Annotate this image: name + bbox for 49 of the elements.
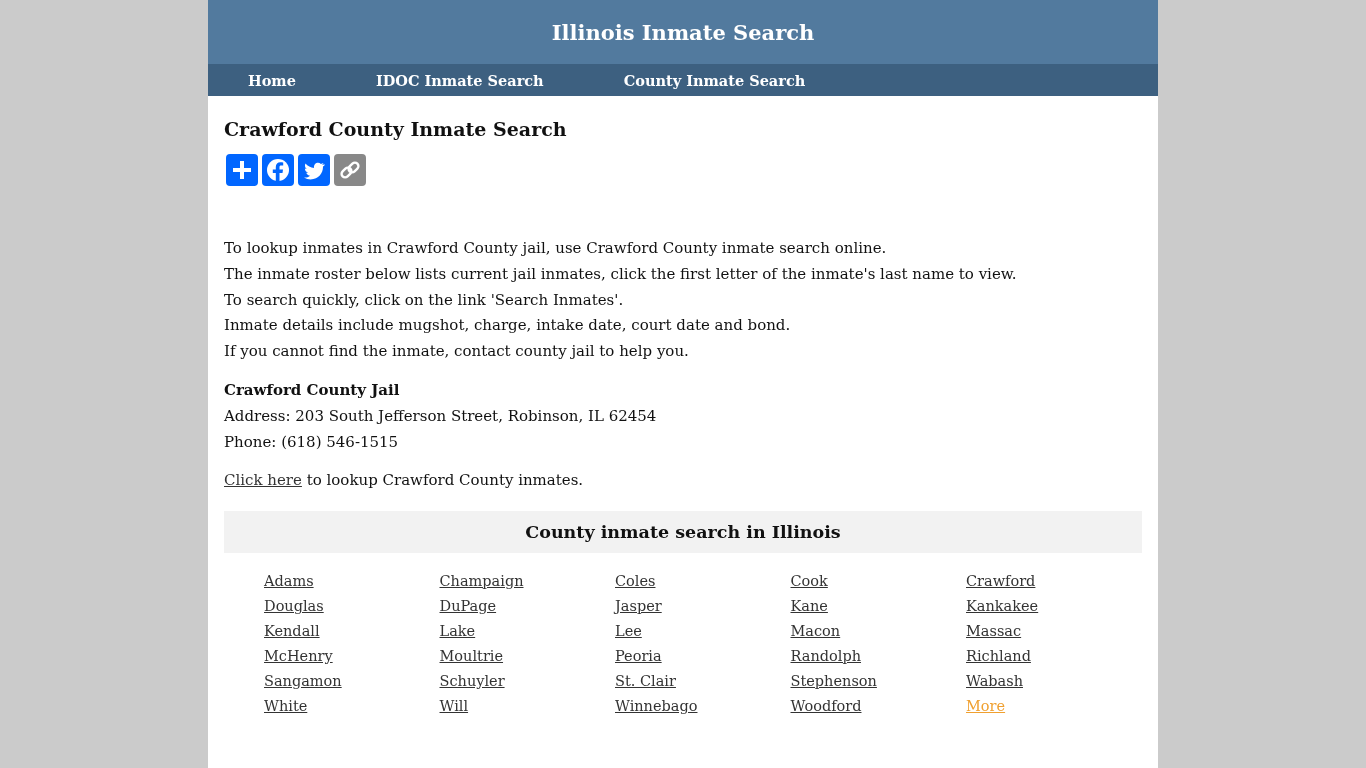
lookup-text: Click here to lookup Crawford County inmates.: [224, 470, 585, 492]
county-link[interactable]: Peoria: [615, 648, 662, 665]
county-link[interactable]: Massac: [966, 623, 1022, 640]
county-link[interactable]: Woodford: [790, 698, 862, 715]
county-link[interactable]: Sangamon: [264, 673, 342, 690]
facebook-button[interactable]: [262, 154, 294, 186]
county-link[interactable]: Lake: [439, 623, 476, 640]
page-heading: Crawford County Inmate Search: [224, 118, 568, 140]
county-link[interactable]: Kankakee: [966, 598, 1039, 615]
intro-text: To lookup inmates in Crawford County jail, use Crawford County inmate search online.: [224, 238, 888, 259]
county-link[interactable]: Kendall: [264, 623, 320, 640]
county-link[interactable]: Moultrie: [439, 648, 504, 665]
intro-text: Inmate details include mugshot, charge, intake date, court date and bond.: [224, 315, 792, 337]
section-title: County inmate search in Illinois: [525, 522, 841, 543]
county-link[interactable]: Macon: [790, 623, 841, 640]
jail-name: Crawford County Jail: [224, 381, 400, 399]
county-link[interactable]: Will: [439, 698, 469, 715]
county-link[interactable]: Richland: [966, 648, 1031, 665]
copy-link-button[interactable]: [334, 154, 366, 186]
click-here-link[interactable]: Click here: [224, 471, 302, 490]
county-link[interactable]: Douglas: [264, 598, 324, 615]
county-link[interactable]: Jasper: [615, 598, 662, 615]
county-link[interactable]: Champaign: [439, 573, 524, 590]
share-button[interactable]: [226, 154, 258, 186]
county-link[interactable]: Stephenson: [790, 673, 877, 690]
jail-phone: Phone: (618) 546-1515: [224, 431, 400, 453]
county-link[interactable]: Winnebago: [615, 698, 698, 715]
county-link[interactable]: Schuyler: [439, 673, 505, 690]
nav-link[interactable]: IDOC Inmate Search: [375, 71, 544, 89]
county-link[interactable]: Kane: [790, 598, 828, 615]
twitter-button[interactable]: [298, 154, 330, 186]
intro-text: To search quickly, click on the link 'Search Inmates'.: [224, 289, 625, 311]
county-link[interactable]: Cook: [790, 573, 828, 590]
county-link[interactable]: Coles: [615, 573, 656, 590]
county-link[interactable]: St. Clair: [615, 673, 676, 690]
county-link[interactable]: Lee: [615, 623, 642, 640]
nav-link[interactable]: County Inmate Search: [623, 71, 806, 89]
nav-link[interactable]: Home: [248, 71, 296, 89]
county-link[interactable]: Randolph: [790, 648, 861, 665]
jail-address: Address: 203 South Jefferson Street, Robinson, IL 62454: [224, 405, 658, 427]
county-link[interactable]: White: [264, 698, 308, 715]
county-link[interactable]: DuPage: [439, 598, 497, 615]
intro-text: The inmate roster below lists current jail inmates, click the first letter of the inmate's last name to view.: [224, 263, 1018, 285]
site-title: Illinois Inmate Search: [551, 19, 815, 45]
county-link[interactable]: Adams: [264, 573, 314, 590]
intro-text: If you cannot find the inmate, contact county jail to help you.: [224, 341, 690, 363]
county-link[interactable]: McHenry: [264, 648, 333, 665]
county-link[interactable]: Crawford: [966, 573, 1036, 590]
county-link[interactable]: Wabash: [966, 673, 1023, 690]
